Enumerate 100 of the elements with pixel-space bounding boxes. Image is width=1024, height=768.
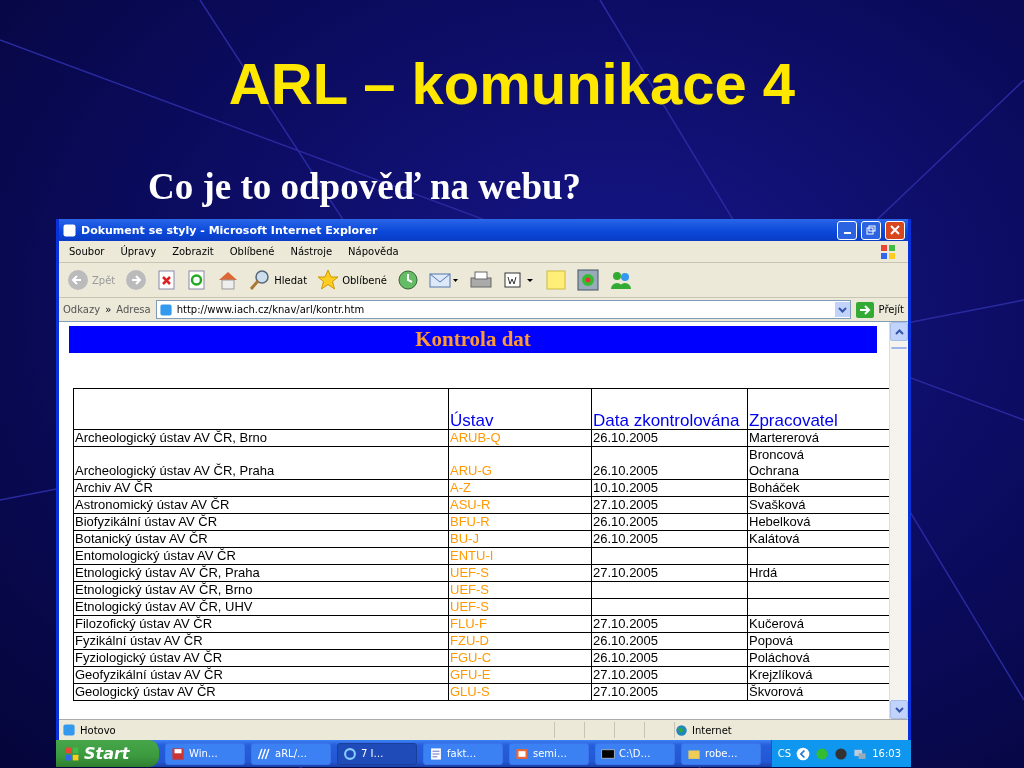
star-icon: [317, 269, 340, 291]
go-arrow-icon[interactable]: [855, 301, 874, 318]
table-cell: 26.10.2005: [591, 530, 748, 548]
page-icon: [158, 302, 173, 317]
table-cell: 27.10.2005: [591, 496, 748, 514]
table-cell: Etnologický ústav AV ČR, Brno: [73, 581, 449, 599]
table-cell: Archeologický ústav AV ČR, Praha: [73, 446, 449, 480]
restore-icon: [866, 225, 876, 235]
stop-button[interactable]: [157, 270, 178, 290]
links-label[interactable]: Odkazy: [63, 304, 101, 315]
dropdown-icon[interactable]: [834, 302, 850, 317]
print-button[interactable]: [468, 270, 493, 290]
status-text: Hotovo: [80, 724, 116, 736]
table-cell: 26.10.2005: [591, 649, 748, 667]
edit-button[interactable]: [502, 270, 535, 290]
close-button[interactable]: [885, 220, 905, 240]
table-cell: Archiv AV ČR: [73, 479, 449, 497]
table-cell: Botanický ústav AV ČR: [73, 530, 449, 548]
table-cell: 26.10.2005: [591, 429, 748, 447]
taskbar-item[interactable]: fakt…: [423, 742, 503, 765]
table-cell: 27.10.2005: [591, 564, 748, 582]
menu-item[interactable]: Úpravy: [120, 246, 157, 257]
table-cell: Filozofický ústav AV ČR: [73, 615, 449, 633]
window-title: Dokument se styly - Microsoft Internet Explorer: [81, 223, 379, 237]
table-cell: Etnologický ústav AV ČR, UHV: [73, 598, 449, 616]
menu-item[interactable]: Nástroje: [290, 246, 333, 257]
table-cell: 27.10.2005: [591, 666, 748, 684]
table-cell: Biofyzikální ústav AV ČR: [73, 513, 449, 531]
messenger-button[interactable]: [608, 270, 633, 290]
scrollbar[interactable]: [889, 322, 908, 719]
table-cell: Etnologický ústav AV ČR, Praha: [73, 564, 449, 582]
minimize-icon: [843, 232, 851, 234]
restore-button[interactable]: [861, 220, 881, 240]
address-label: Adresa: [116, 304, 151, 315]
table-cell: 26.10.2005: [591, 446, 748, 480]
table-cell: 26.10.2005: [591, 513, 748, 531]
browser-page-icon: [62, 222, 77, 238]
scroll-down-icon: [894, 706, 904, 713]
slides-icon: [515, 746, 529, 761]
taskbar-item[interactable]: robe…: [681, 742, 761, 765]
address-field[interactable]: http://www.iach.cz/knav/arl/kontr.htm: [155, 300, 851, 319]
mail-button[interactable]: [428, 270, 459, 290]
table-cell: Entomologický ústav AV ČR: [73, 547, 449, 565]
taskbar-item[interactable]: 7 I…: [337, 742, 417, 765]
table-cell: Fyzikální ústav AV ČR: [73, 632, 449, 650]
console-icon: [601, 746, 615, 761]
table-cell: UEF-S: [448, 564, 592, 582]
table-cell: FLU-F: [448, 615, 592, 633]
table-cell: Geologický ústav AV ČR: [73, 683, 449, 701]
table-cell: GFU-E: [448, 666, 592, 684]
table-cell: ASU-R: [448, 496, 592, 514]
table-cell: 26.10.2005: [591, 632, 748, 650]
table-cell: Geofyzikální ústav AV ČR: [73, 666, 449, 684]
go-label[interactable]: Přejít: [878, 304, 904, 315]
page-heading: Kontrola dat: [69, 326, 877, 353]
menu-item[interactable]: Nápověda: [348, 246, 399, 257]
search-icon: [249, 269, 272, 291]
table-cell: ARUB-Q: [448, 429, 592, 447]
refresh-button[interactable]: [187, 270, 208, 290]
history-button[interactable]: [396, 269, 419, 291]
document-icon: [429, 746, 443, 761]
table-cell: Fyziologický ústav AV ČR: [73, 649, 449, 667]
favorites-button[interactable]: Oblíbené: [317, 269, 387, 291]
search-button[interactable]: Hledat: [249, 269, 308, 291]
table-cell: 27.10.2005: [591, 615, 748, 633]
table-cell: BFU-R: [448, 513, 592, 531]
slide-title: ARL – komunikace 4: [228, 50, 796, 117]
chevron-icon: [796, 746, 811, 761]
table-cell: 27.10.2005: [591, 683, 748, 701]
globe-icon: [675, 723, 688, 737]
forward-button[interactable]: [125, 269, 148, 291]
taskbar-item[interactable]: semi…: [509, 742, 589, 765]
table-cell: FGU-C: [448, 649, 592, 667]
table-cell: ENTU-I: [448, 547, 592, 565]
table-cell: FZU-D: [448, 632, 592, 650]
slide-subtitle: Co je to odpověď na webu?: [148, 165, 582, 208]
page-icon: [62, 723, 76, 737]
url-text: http://www.iach.cz/knav/arl/kontr.htm: [176, 304, 365, 315]
table-cell: Archeologický ústav AV ČR, Brno: [73, 429, 449, 447]
table-cell: ARU-G: [448, 446, 592, 480]
table-cell: A-Z: [448, 479, 592, 497]
zone-text: Internet: [692, 724, 732, 736]
flower-button[interactable]: [576, 269, 599, 291]
table-cell: UEF-S: [448, 598, 592, 616]
taskbar-item[interactable]: aRL/…: [251, 742, 331, 765]
menu-item[interactable]: Zobrazit: [172, 246, 214, 257]
chevron-icon[interactable]: »: [105, 304, 112, 315]
minimize-button[interactable]: [837, 220, 857, 240]
taskbar-item[interactable]: Win…: [165, 742, 245, 765]
scroll-up-icon: [894, 328, 904, 335]
menu-item[interactable]: Soubor: [69, 246, 105, 257]
close-icon: [890, 225, 900, 235]
slashes-icon: [257, 746, 271, 761]
table-cell: BU-J: [448, 530, 592, 548]
column-header: Data zkontrolována: [591, 388, 748, 430]
table-cell: UEF-S: [448, 581, 592, 599]
column-header: Ústav: [448, 388, 592, 430]
taskbar-item[interactable]: C:\D…: [595, 742, 675, 765]
menu-item[interactable]: Oblíbené: [229, 246, 275, 257]
windows-logo-icon: [64, 745, 80, 762]
